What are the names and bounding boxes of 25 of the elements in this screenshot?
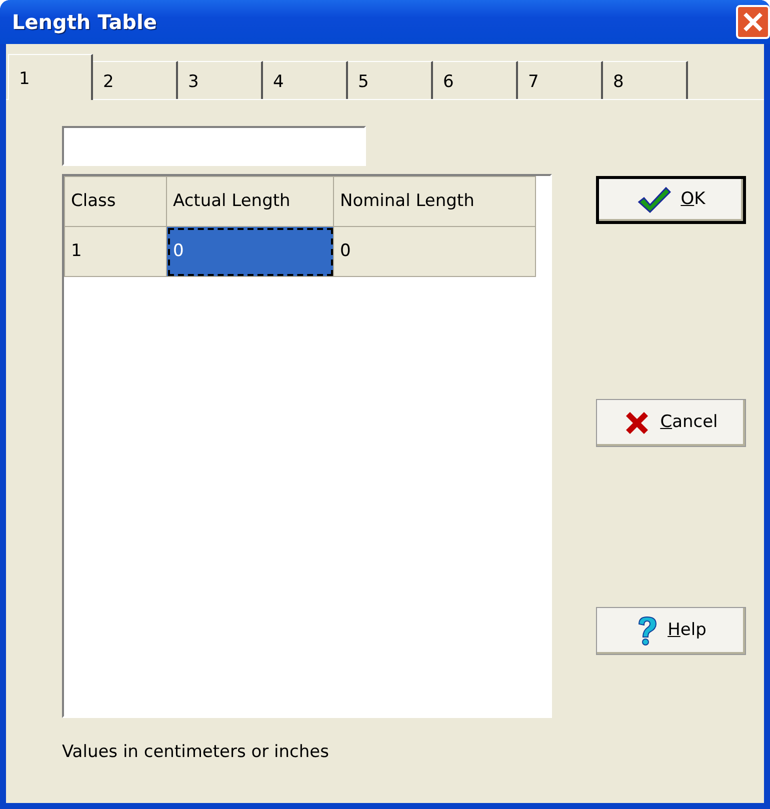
column-header: Actual Length: [166, 176, 334, 226]
check-icon: [636, 186, 671, 214]
column-header: Nominal Length: [334, 176, 536, 226]
units-note: Values in centimeters or inches: [62, 741, 330, 764]
close-button[interactable]: [736, 5, 770, 39]
tab[interactable]: 6: [433, 61, 518, 99]
table-cell[interactable]: 1: [64, 226, 166, 276]
question-mark-icon: [636, 615, 658, 647]
cancel-button[interactable]: Cancel: [596, 399, 746, 447]
ok-button[interactable]: OK: [596, 176, 746, 224]
tab[interactable]: 7: [518, 61, 603, 99]
tab[interactable]: 4: [263, 61, 348, 99]
tab[interactable]: 8: [603, 61, 688, 99]
text-field[interactable]: [62, 126, 366, 166]
cross-icon: [624, 410, 650, 436]
tab[interactable]: 3: [178, 61, 263, 99]
table-cell[interactable]: 0: [334, 226, 536, 276]
close-icon: [742, 11, 764, 33]
window-title: Length Table: [12, 9, 157, 36]
column-header: Class: [64, 176, 166, 226]
tab[interactable]: 5: [348, 61, 433, 99]
help-button[interactable]: Help: [596, 607, 746, 655]
tab[interactable]: 1: [8, 54, 93, 100]
tab[interactable]: 2: [93, 61, 178, 99]
table-cell[interactable]: 0: [166, 226, 334, 276]
